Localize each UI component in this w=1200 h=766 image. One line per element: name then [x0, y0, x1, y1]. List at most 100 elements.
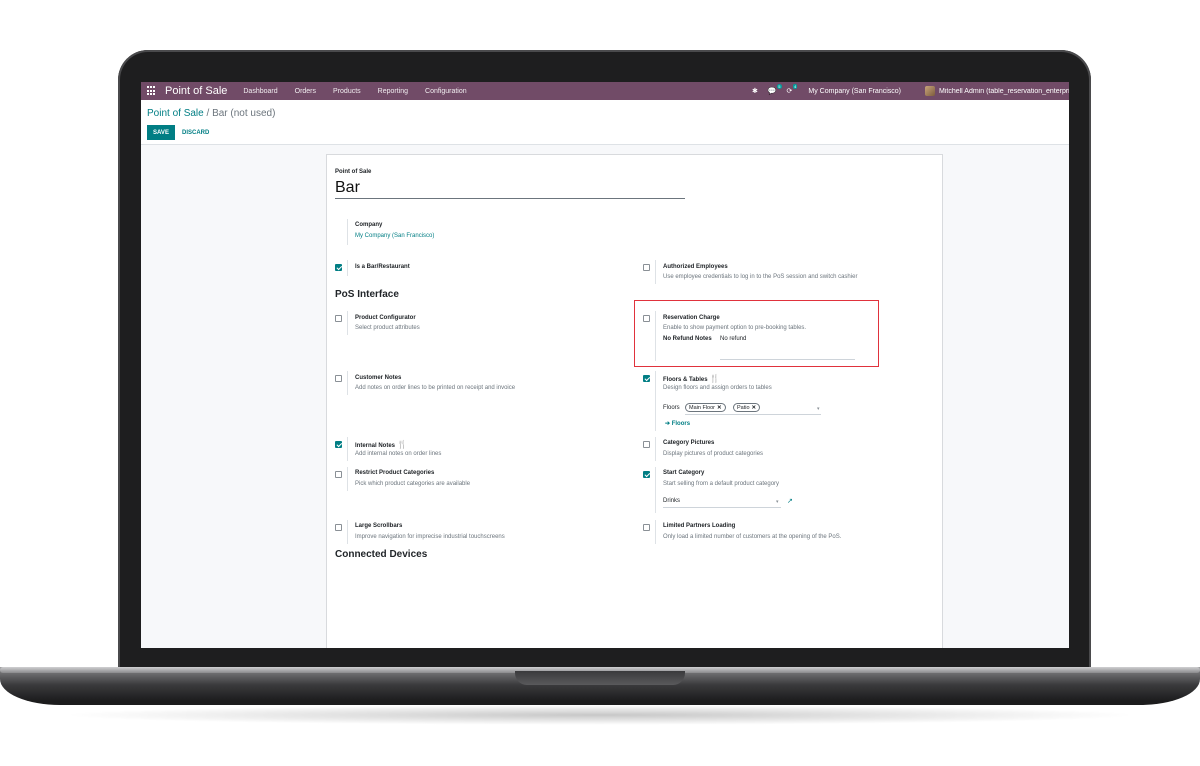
- large-scrollbars-checkbox[interactable]: [335, 524, 342, 531]
- chat-icon[interactable]: 💬 5: [768, 84, 782, 95]
- name-label: Point of Sale: [335, 169, 372, 175]
- floors-tables-label: Floors & Tables: [663, 377, 708, 383]
- authorized-employees-checkbox[interactable]: [643, 264, 650, 271]
- option-separator: [655, 260, 656, 284]
- name-underline: [335, 198, 685, 199]
- reservation-charge-label: Reservation Charge: [663, 315, 720, 321]
- discard-button[interactable]: DISCARD: [182, 125, 209, 140]
- floors-tables-checkbox[interactable]: [643, 375, 650, 382]
- start-category-desc: Start selling from a default product cat…: [663, 481, 780, 487]
- breadcrumb-parent[interactable]: Point of Sale: [147, 108, 204, 119]
- laptop-notch: [515, 671, 685, 685]
- limited-partners-label: Limited Partners Loading: [663, 523, 736, 529]
- option-separator: [655, 437, 656, 461]
- save-button[interactable]: SAVE: [147, 125, 175, 140]
- section-connected-devices: Connected Devices: [335, 549, 428, 560]
- large-scrollbars-label: Large Scrollbars: [355, 523, 403, 529]
- chat-count-badge: 5: [777, 84, 782, 89]
- remove-tag-icon[interactable]: ✕: [717, 405, 722, 411]
- option-separator: [347, 371, 348, 395]
- activity-icon[interactable]: ⟳ 4: [787, 84, 798, 95]
- authorized-employees-label: Authorized Employees: [663, 264, 728, 270]
- restaurant-icon: 🍴: [397, 440, 407, 449]
- user-avatar[interactable]: [925, 86, 935, 96]
- breadcrumb: Point of Sale / Bar (not used): [147, 108, 275, 119]
- floors-field-underline: [685, 414, 821, 415]
- restrict-categories-label: Restrict Product Categories: [355, 470, 435, 476]
- option-separator: [347, 520, 348, 544]
- internal-notes-checkbox[interactable]: [335, 441, 342, 448]
- chevron-down-icon[interactable]: ▾: [817, 406, 820, 412]
- control-panel: Point of Sale / Bar (not used) SAVE DISC…: [141, 100, 1069, 145]
- product-configurator-label: Product Configurator: [355, 315, 416, 321]
- start-category-label: Start Category: [663, 470, 705, 476]
- product-configurator-checkbox[interactable]: [335, 315, 342, 322]
- remove-tag-icon[interactable]: ✕: [752, 405, 757, 411]
- menu-configuration[interactable]: Configuration: [425, 88, 467, 95]
- limited-partners-checkbox[interactable]: [643, 524, 650, 531]
- external-link-icon[interactable]: ↗: [787, 497, 793, 505]
- company-separator: [347, 219, 348, 245]
- laptop-mockup: Point of Sale Dashboard Orders Products …: [0, 0, 1200, 766]
- reservation-charge-desc: Enable to show payment option to pre-boo…: [663, 325, 807, 331]
- company-switcher[interactable]: My Company (San Francisco): [808, 88, 901, 95]
- large-scrollbars-desc: Improve navigation for imprecise industr…: [355, 534, 505, 540]
- navbar-systray: ✱ 💬 5 ⟳ 4 My Company (San Francisco) Mitch…: [752, 82, 1069, 100]
- floors-tables-desc: Design floors and assign orders to table…: [663, 385, 772, 391]
- category-pictures-checkbox[interactable]: [643, 441, 650, 448]
- bug-icon[interactable]: ✱: [752, 87, 758, 95]
- name-input[interactable]: Bar: [335, 179, 360, 197]
- menu-dashboard[interactable]: Dashboard: [243, 88, 277, 95]
- bar-restaurant-label: Is a Bar/Restaurant: [355, 264, 410, 270]
- arrow-right-icon: ➔: [665, 421, 672, 427]
- floors-link-label: Floors: [671, 421, 691, 427]
- customer-notes-checkbox[interactable]: [335, 375, 342, 382]
- breadcrumb-current: Bar (not used): [212, 108, 276, 119]
- restrict-categories-desc: Pick which product categories are availa…: [355, 481, 471, 487]
- restrict-categories-checkbox[interactable]: [335, 471, 342, 478]
- reservation-charge-highlight: [634, 300, 879, 367]
- menu-reporting[interactable]: Reporting: [378, 88, 408, 95]
- app-title[interactable]: Point of Sale: [165, 85, 227, 97]
- product-configurator-desc: Select product attributes: [355, 325, 420, 331]
- floors-link[interactable]: ➔ Floors: [665, 420, 690, 427]
- option-separator: [655, 467, 656, 513]
- floors-field-label: Floors: [663, 405, 680, 411]
- internal-notes-label: Internal Notes: [355, 443, 396, 449]
- internal-notes-label-wrap: Internal Notes 🍴: [355, 440, 407, 449]
- option-separator: [347, 311, 348, 335]
- limited-partners-desc: Only load a limited number of customers …: [663, 534, 842, 540]
- no-refund-notes-underline: [720, 359, 855, 360]
- menu-orders[interactable]: Orders: [295, 88, 316, 95]
- floor-tag-main[interactable]: Main Floor ✕: [685, 403, 726, 412]
- option-separator: [655, 520, 656, 544]
- authorized-employees-desc: Use employee credentials to log in to th…: [663, 274, 858, 280]
- category-pictures-label: Category Pictures: [663, 440, 715, 446]
- reservation-charge-checkbox[interactable]: [643, 315, 650, 322]
- user-menu[interactable]: Mitchell Admin (table_reservation_enterp…: [939, 88, 1069, 95]
- menu-products[interactable]: Products: [333, 88, 361, 95]
- option-separator: [655, 371, 656, 431]
- floors-tables-label-wrap: Floors & Tables 🍴: [663, 374, 720, 383]
- chevron-down-icon[interactable]: ▾: [776, 499, 779, 505]
- company-link[interactable]: My Company (San Francisco): [355, 233, 434, 239]
- company-label: Company: [355, 222, 383, 228]
- internal-notes-desc: Add internal notes on order lines: [355, 451, 442, 457]
- option-separator: [347, 467, 348, 491]
- option-separator: [655, 311, 656, 361]
- start-category-checkbox[interactable]: [643, 471, 650, 478]
- no-refund-notes-input[interactable]: No refund: [720, 336, 746, 342]
- restaurant-icon: 🍴: [709, 374, 720, 383]
- laptop-shadow: [60, 705, 1140, 725]
- no-refund-notes-label: No Refund Notes: [663, 336, 712, 342]
- apps-grid-icon[interactable]: [147, 86, 157, 96]
- category-pictures-desc: Display pictures of product categories: [663, 451, 764, 457]
- bar-restaurant-checkbox[interactable]: [335, 264, 342, 271]
- section-pos-interface: PoS Interface: [335, 289, 399, 300]
- customer-notes-label: Customer Notes: [355, 375, 402, 381]
- start-category-select[interactable]: Drinks: [663, 498, 680, 504]
- start-category-underline: [663, 507, 781, 508]
- floor-tag-patio[interactable]: Patio ✕: [733, 403, 761, 412]
- option-separator: [347, 437, 348, 461]
- form-sheet: Point of Sale Bar Company My Company (Sa…: [326, 154, 943, 648]
